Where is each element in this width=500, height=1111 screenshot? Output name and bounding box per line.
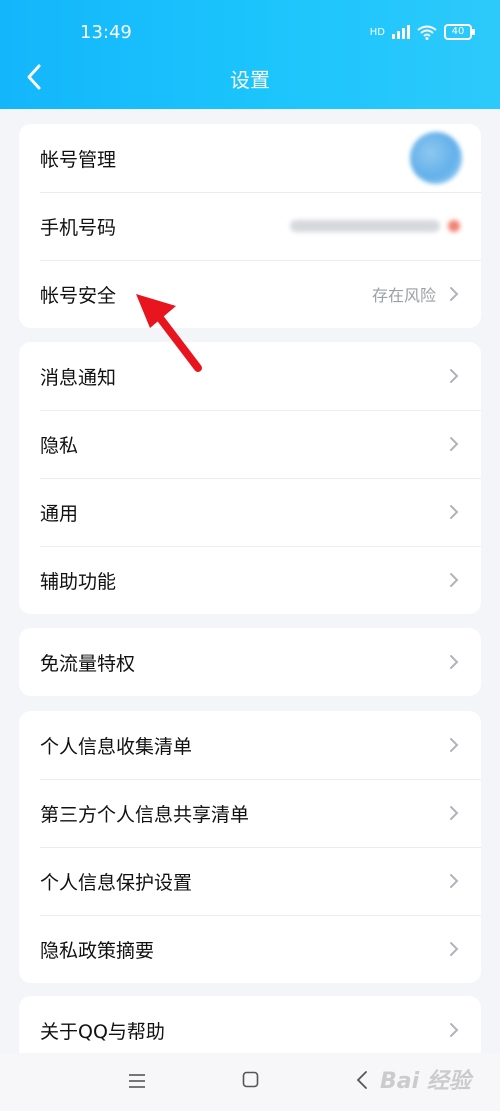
- row-label: 手机号码: [40, 216, 117, 239]
- home-icon[interactable]: [242, 1071, 259, 1088]
- chevron-right-icon: [450, 874, 459, 888]
- row-label: 帐号管理: [40, 148, 117, 171]
- page-title: 设置: [230, 68, 270, 92]
- watermark-logo: Bai 经验: [380, 1069, 471, 1094]
- risk-status: 存在风险: [371, 286, 436, 305]
- chevron-right-icon: [450, 942, 459, 956]
- row-label: 辅助功能: [40, 570, 117, 593]
- chevron-right-icon: [450, 806, 459, 820]
- personal-info-section: 个人信息收集清单 第三方个人信息共享清单 个人信息保护设置 隐私政策摘要: [19, 711, 481, 983]
- status-icons: HD 40: [369, 24, 475, 40]
- row-label: 隐私政策摘要: [40, 939, 155, 962]
- row-label: 关于QQ与帮助: [40, 1020, 165, 1043]
- blurred-phone-value: [290, 220, 460, 232]
- account-manage-row[interactable]: 帐号管理: [19, 124, 481, 192]
- third-party-sharing-row[interactable]: 第三方个人信息共享清单: [19, 779, 481, 847]
- chevron-right-icon: [450, 437, 459, 451]
- free-traffic-row[interactable]: 免流量特权: [19, 628, 481, 696]
- chevron-right-icon: [450, 738, 459, 752]
- wifi-icon: [417, 25, 437, 40]
- row-label: 个人信息保护设置: [40, 871, 193, 894]
- app-header: 13:49 HD 40 设置: [0, 0, 500, 109]
- row-label: 第三方个人信息共享清单: [40, 803, 250, 826]
- chevron-right-icon: [450, 369, 459, 383]
- accessibility-row[interactable]: 辅助功能: [19, 546, 481, 614]
- status-time: 13:49: [80, 22, 132, 43]
- chevron-right-icon: [450, 573, 459, 587]
- back-icon[interactable]: [355, 1070, 369, 1090]
- general-row[interactable]: 通用: [19, 478, 481, 546]
- info-protection-row[interactable]: 个人信息保护设置: [19, 847, 481, 915]
- account-security-row[interactable]: 帐号安全 存在风险: [19, 260, 481, 328]
- avatar: [410, 132, 462, 184]
- signal-icon: [392, 25, 410, 39]
- hd-label: HD: [369, 26, 385, 38]
- menu-icon[interactable]: [128, 1073, 146, 1089]
- phone-number-row[interactable]: 手机号码: [19, 192, 481, 260]
- row-label: 隐私: [40, 434, 79, 457]
- privacy-row[interactable]: 隐私: [19, 410, 481, 478]
- system-nav-bar: Bai 经验: [0, 1053, 500, 1111]
- account-section: 帐号管理 手机号码 帐号安全 存在风险: [19, 124, 481, 328]
- chevron-right-icon: [450, 655, 459, 669]
- traffic-section: 免流量特权: [19, 628, 481, 696]
- row-label: 个人信息收集清单: [40, 735, 193, 758]
- chevron-right-icon: [450, 505, 459, 519]
- privacy-policy-row[interactable]: 隐私政策摘要: [19, 915, 481, 983]
- general-section: 消息通知 隐私 通用 辅助功能: [19, 342, 481, 614]
- info-collection-row[interactable]: 个人信息收集清单: [19, 711, 481, 779]
- annotation-arrow-icon: [136, 294, 202, 372]
- battery-icon: 40: [444, 24, 475, 40]
- chevron-right-icon: [450, 287, 459, 301]
- notification-row[interactable]: 消息通知: [19, 342, 481, 410]
- row-label: 通用: [40, 502, 79, 525]
- row-label: 免流量特权: [40, 652, 136, 675]
- row-label: 消息通知: [40, 366, 117, 389]
- chevron-right-icon: [450, 1023, 459, 1037]
